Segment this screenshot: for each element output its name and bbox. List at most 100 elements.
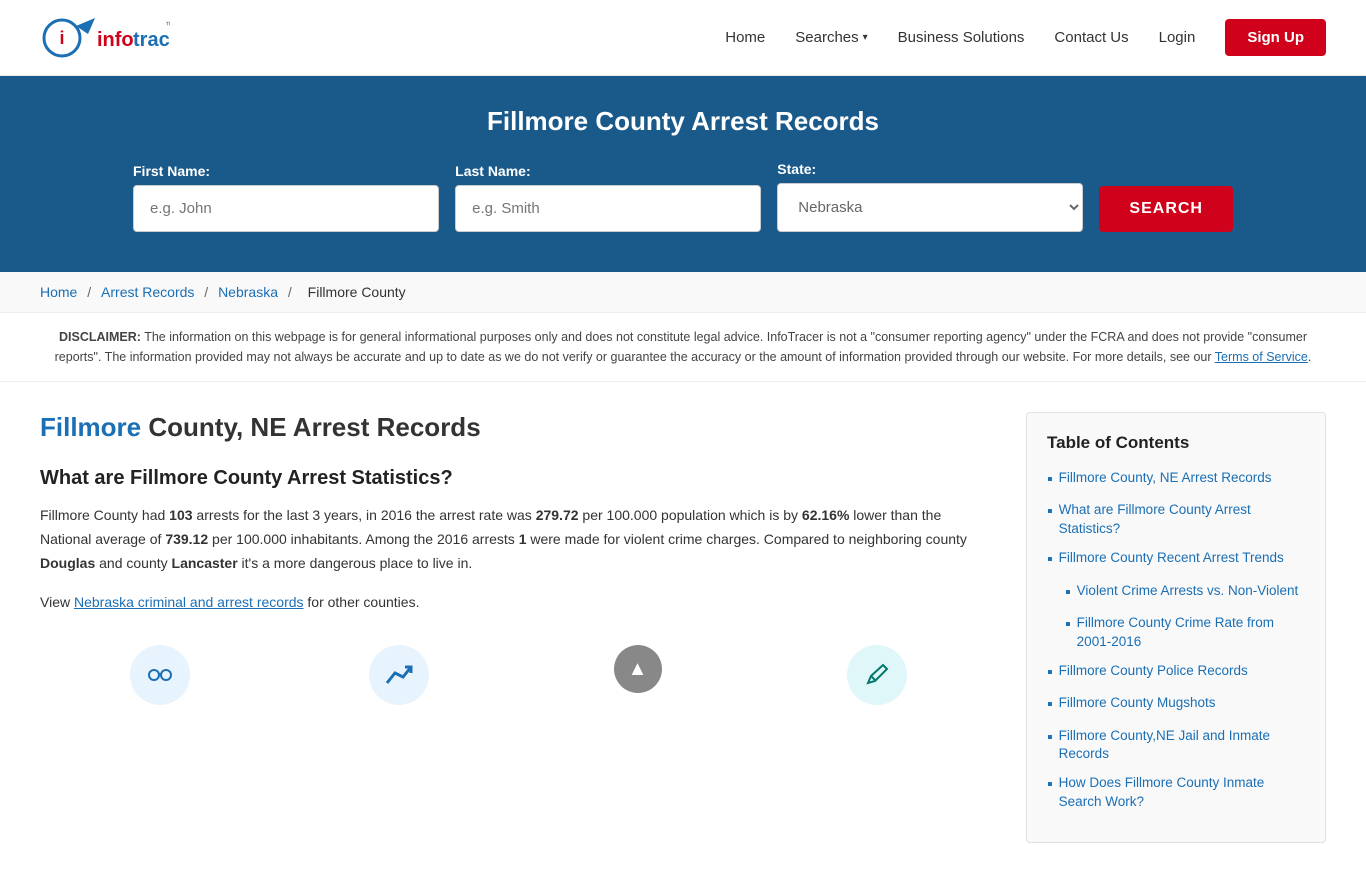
toc-item: ▪ Fillmore County Recent Arrest Trends — [1047, 549, 1305, 571]
signup-button[interactable]: Sign Up — [1225, 19, 1326, 56]
section1-heading: What are Fillmore County Arrest Statisti… — [40, 467, 996, 490]
state-select[interactable]: Nebraska Alabama Alaska Arizona Arkansas… — [777, 183, 1083, 232]
breadcrumb-current: Fillmore County — [308, 284, 406, 300]
toc-bullet-icon: ▪ — [1047, 469, 1053, 491]
toc-bullet-icon: ▪ — [1047, 662, 1053, 684]
heading-rest: County, NE Arrest Records — [141, 412, 481, 442]
toc-item: ▪ Fillmore County, NE Arrest Records — [1047, 469, 1305, 491]
toc-item: ▪ Fillmore County Police Records — [1047, 662, 1305, 684]
breadcrumb-nebraska[interactable]: Nebraska — [218, 284, 278, 300]
toc-bullet-icon: ▪ — [1047, 549, 1053, 571]
section1-paragraph1: Fillmore County had 103 arrests for the … — [40, 504, 996, 575]
pct-lower: 62.16% — [802, 507, 849, 523]
disclaimer-period: . — [1308, 350, 1311, 364]
login-button[interactable]: Login — [1159, 29, 1196, 46]
toc-item: ▪ Fillmore County Mugshots — [1047, 694, 1305, 716]
icon-handcuffs — [120, 645, 200, 705]
icon-pencil — [837, 645, 917, 705]
disclaimer-text: The information on this webpage is for g… — [55, 330, 1307, 364]
toc-link[interactable]: Fillmore County, NE Arrest Records — [1059, 469, 1272, 488]
search-button[interactable]: SEARCH — [1099, 186, 1233, 232]
heading-highlight: Fillmore — [40, 412, 141, 442]
p1-mid1: arrests for the last 3 years, in 2016 th… — [193, 507, 536, 523]
toc-link[interactable]: Fillmore County Police Records — [1059, 662, 1248, 681]
toc-heading: Table of Contents — [1047, 433, 1305, 453]
nav-home[interactable]: Home — [725, 29, 765, 46]
arrests-number: 103 — [169, 507, 192, 523]
content-right: Table of Contents ▪ Fillmore County, NE A… — [1026, 412, 1326, 843]
section1-paragraph2: View Nebraska criminal and arrest record… — [40, 591, 996, 615]
icons-row: ▲ — [40, 635, 996, 705]
first-name-label: First Name: — [133, 163, 210, 179]
p2-before: View — [40, 594, 74, 610]
header: i info tracer ™ Home Searches ▾ Business… — [0, 0, 1366, 76]
toc-item: ▪ Fillmore County Crime Rate from 2001-20… — [1065, 614, 1305, 652]
search-form: First Name: Last Name: State: Nebraska A… — [133, 161, 1233, 232]
p1-mid4: per 100.000 inhabitants. Among the 2016 … — [208, 531, 519, 547]
toc-link[interactable]: What are Fillmore County Arrest Statisti… — [1059, 501, 1305, 539]
main-content: Fillmore County, NE Arrest Records What … — [0, 382, 1366, 873]
edit-icon — [847, 645, 907, 705]
main-nav: Home Searches ▾ Business Solutions Conta… — [725, 19, 1326, 56]
svg-text:info: info — [97, 29, 134, 51]
nav-contact-us[interactable]: Contact Us — [1054, 29, 1128, 46]
svg-text:i: i — [59, 28, 64, 48]
state-group: State: Nebraska Alabama Alaska Arizona A… — [777, 161, 1083, 232]
county1-name: Douglas — [40, 555, 95, 571]
breadcrumb-sep3: / — [288, 284, 296, 300]
handcuffs-icon — [130, 645, 190, 705]
toc-bullet-icon: ▪ — [1047, 727, 1053, 749]
chevron-down-icon: ▾ — [863, 32, 868, 43]
nebraska-records-link[interactable]: Nebraska criminal and arrest records — [74, 594, 304, 610]
p1-mid5: were made for violent crime charges. Com… — [526, 531, 966, 547]
toc-link[interactable]: How Does Fillmore County Inmate Search W… — [1059, 774, 1305, 812]
toc-item: ▪How Does Fillmore County Inmate Search … — [1047, 774, 1305, 812]
toc-list: ▪ Fillmore County, NE Arrest Records ▪ What… — [1047, 469, 1305, 812]
last-name-input[interactable] — [455, 185, 761, 232]
toc-link[interactable]: Violent Crime Arrests vs. Non-Violent — [1077, 582, 1299, 601]
svg-text:™: ™ — [165, 20, 170, 30]
p1-mid6: and county — [95, 555, 171, 571]
breadcrumb-arrest-records[interactable]: Arrest Records — [101, 284, 194, 300]
state-label: State: — [777, 161, 816, 177]
logo[interactable]: i info tracer ™ — [40, 10, 170, 65]
toc-bullet-icon: ▪ — [1065, 582, 1071, 604]
scroll-top-button[interactable]: ▲ — [598, 645, 678, 705]
table-of-contents: Table of Contents ▪ Fillmore County, NE A… — [1026, 412, 1326, 843]
breadcrumb-home[interactable]: Home — [40, 284, 77, 300]
last-name-group: Last Name: — [455, 163, 761, 232]
toc-link[interactable]: Fillmore County Mugshots — [1059, 694, 1216, 713]
svg-text:tracer: tracer — [133, 29, 170, 51]
p1-before: Fillmore County had — [40, 507, 169, 523]
toc-link[interactable]: Fillmore County Crime Rate from 2001-201… — [1077, 614, 1305, 652]
toc-item: ▪ Violent Crime Arrests vs. Non-Violent — [1065, 582, 1305, 604]
p1-end: it's a more dangerous place to live in. — [238, 555, 473, 571]
toc-bullet-icon: ▪ — [1047, 501, 1053, 523]
back-to-top-button[interactable]: ▲ — [614, 645, 662, 693]
content-left: Fillmore County, NE Arrest Records What … — [40, 412, 996, 843]
p2-after: for other counties. — [304, 594, 420, 610]
toc-link[interactable]: Fillmore County,NE Jail and Inmate Recor… — [1059, 727, 1305, 765]
nav-business-solutions[interactable]: Business Solutions — [898, 29, 1025, 46]
first-name-group: First Name: — [133, 163, 439, 232]
disclaimer-bar: DISCLAIMER: The information on this webp… — [0, 313, 1366, 382]
hero-section: Fillmore County Arrest Records First Nam… — [0, 76, 1366, 272]
p1-mid2: per 100.000 population which is by — [579, 507, 802, 523]
national-avg: 739.12 — [165, 531, 208, 547]
breadcrumb: Home / Arrest Records / Nebraska / Fillm… — [0, 272, 1366, 313]
toc-bullet-icon: ▪ — [1065, 614, 1071, 636]
first-name-input[interactable] — [133, 185, 439, 232]
page-heading: Fillmore County, NE Arrest Records — [40, 412, 996, 443]
last-name-label: Last Name: — [455, 163, 530, 179]
terms-link[interactable]: Terms of Service — [1215, 350, 1308, 364]
toc-item: ▪ Fillmore County,NE Jail and Inmate Reco… — [1047, 727, 1305, 765]
icon-arrow-up — [359, 645, 439, 705]
breadcrumb-sep2: / — [204, 284, 212, 300]
nav-searches-container[interactable]: Searches ▾ — [795, 29, 867, 46]
disclaimer-label: DISCLAIMER: — [59, 330, 141, 344]
toc-item: ▪ What are Fillmore County Arrest Statist… — [1047, 501, 1305, 539]
hero-title: Fillmore County Arrest Records — [40, 106, 1326, 137]
toc-bullet-icon: ▪ — [1047, 694, 1053, 716]
nav-searches[interactable]: Searches — [795, 29, 858, 46]
toc-link[interactable]: Fillmore County Recent Arrest Trends — [1059, 549, 1284, 568]
